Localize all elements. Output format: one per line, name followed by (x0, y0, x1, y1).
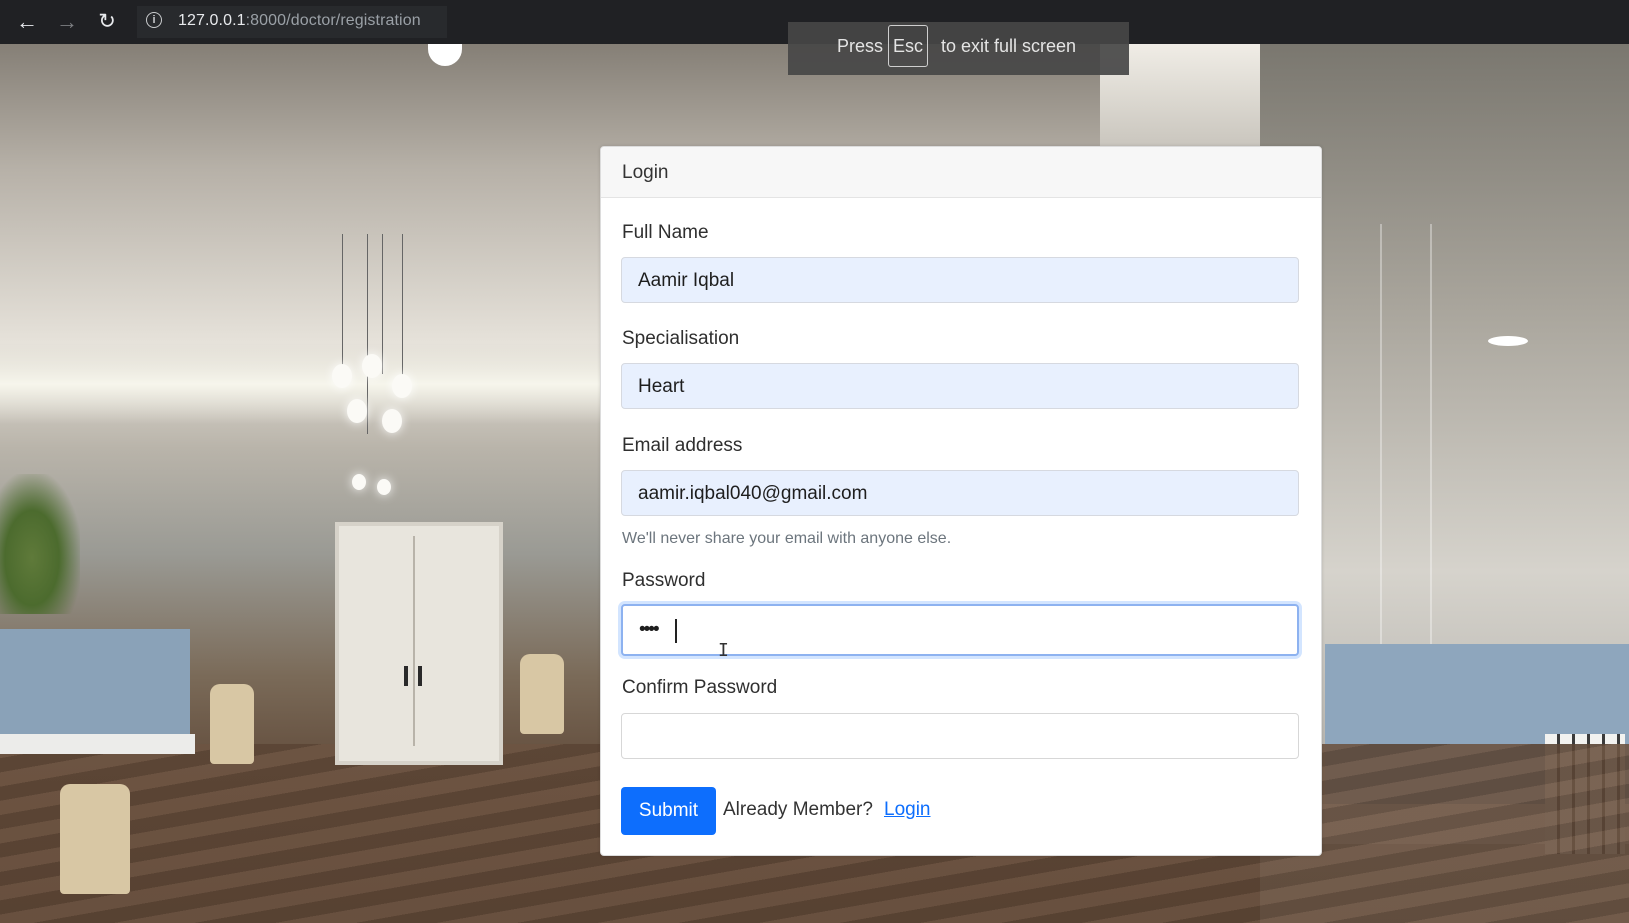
glass-divider (1380, 224, 1382, 644)
full-name-label: Full Name (622, 222, 709, 243)
esc-key: Esc (888, 25, 928, 67)
password-label: Password (622, 570, 706, 591)
glass-divider (1430, 224, 1432, 644)
fullscreen-notice: Press Esc to exit full screen (788, 22, 1129, 75)
specialisation-value: Heart (638, 376, 685, 397)
card-title: Login (622, 162, 669, 183)
card-header: Login (601, 147, 1321, 198)
text-caret (675, 619, 677, 643)
double-door (335, 522, 503, 765)
desk-left (0, 734, 195, 754)
chandelier (322, 234, 432, 504)
office-chair (60, 784, 130, 894)
email-input[interactable]: aamir.iqbal040@gmail.com (621, 470, 1299, 516)
confirm-password-input[interactable] (621, 713, 1299, 759)
door-split (413, 536, 415, 746)
fullscreen-suffix: to exit full screen (941, 36, 1077, 56)
office-chair (210, 684, 254, 764)
url-host: 127.0.0.1 (178, 12, 246, 29)
full-name-value: Aamir Iqbal (638, 270, 735, 291)
door-handle (418, 666, 422, 686)
arrow-right-icon[interactable]: → (54, 9, 80, 35)
fullscreen-prefix: Press (837, 36, 884, 56)
door-handle (404, 666, 408, 686)
text-cursor-icon: I (718, 640, 729, 661)
office-chair (520, 654, 564, 734)
plant (0, 474, 80, 614)
submit-button[interactable]: Submit (621, 787, 716, 835)
password-value: •••• (639, 619, 660, 640)
url-text[interactable]: 127.0.0.1:8000/doctor/registration (178, 12, 421, 30)
full-name-input[interactable]: Aamir Iqbal (621, 257, 1299, 303)
specialisation-label: Specialisation (622, 328, 740, 349)
already-member-text: Already Member? (723, 799, 873, 820)
confirm-password-label: Confirm Password (622, 677, 778, 698)
info-icon[interactable]: i (146, 12, 162, 28)
arrow-left-icon[interactable]: ← (14, 9, 40, 35)
email-label: Email address (622, 435, 743, 456)
registration-card: Login Full Name Aamir Iqbal Specialisati… (600, 146, 1322, 856)
ceiling-spotlight (1488, 336, 1528, 346)
url-path: :8000/doctor/registration (245, 12, 421, 29)
specialisation-input[interactable]: Heart (621, 363, 1299, 409)
login-link[interactable]: Login (884, 799, 931, 821)
reload-icon[interactable]: ↻ (94, 9, 120, 35)
desk-partition-left (0, 629, 190, 749)
email-value: aamir.iqbal040@gmail.com (638, 483, 868, 504)
email-help-text: We'll never share your email with anyone… (622, 530, 952, 547)
